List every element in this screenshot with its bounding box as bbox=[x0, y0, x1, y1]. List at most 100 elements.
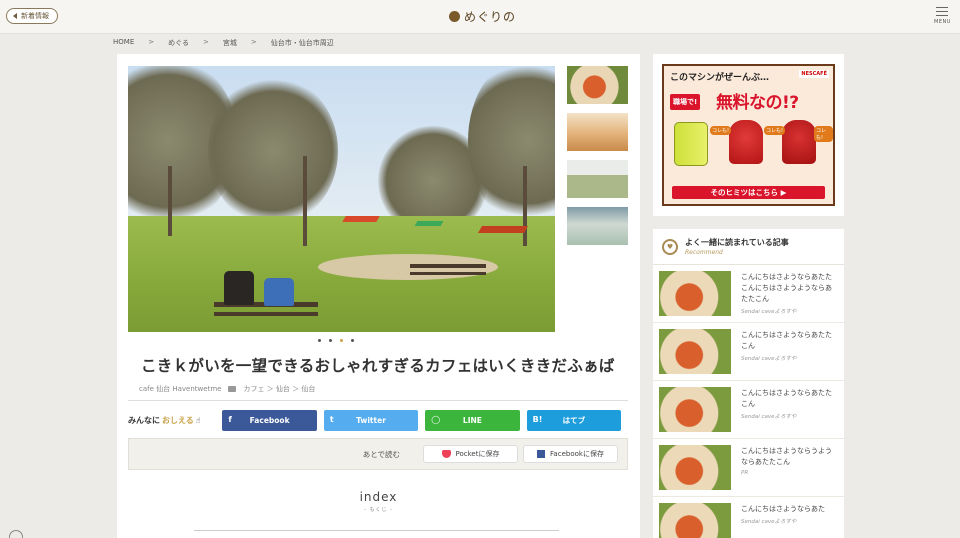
arrow-left-icon bbox=[13, 13, 17, 19]
facebook-icon bbox=[537, 450, 546, 458]
share-hatena-label: はてブ bbox=[562, 415, 586, 425]
carousel-dot[interactable] bbox=[351, 339, 354, 342]
recommend-thumbnail bbox=[659, 503, 731, 538]
hero-person bbox=[264, 278, 294, 306]
ad-koremo-badge: コレも! bbox=[710, 126, 732, 135]
hatena-icon: B! bbox=[532, 414, 543, 424]
breadcrumb-home[interactable]: HOME bbox=[113, 38, 134, 48]
coffee-machine-yellow bbox=[674, 122, 708, 166]
pointing-hand-icon: ☝ bbox=[195, 415, 201, 425]
recommend-source: Sendai caveよろすや bbox=[741, 519, 797, 525]
share-label-emphasis: おしえる bbox=[162, 415, 194, 425]
article-categories[interactable]: カフェ ＞ 仙台 ＞ 仙台 bbox=[243, 384, 315, 394]
share-label: みんなに おしえる ☝ bbox=[128, 415, 222, 426]
hero-slide bbox=[342, 216, 380, 222]
ad-cta[interactable]: そのヒミツはこちら ▶ bbox=[672, 186, 825, 199]
recommend-source: Sendai caveよろすや bbox=[741, 356, 797, 362]
hamburger-icon-bar bbox=[936, 15, 948, 16]
twitter-icon: t bbox=[329, 414, 334, 424]
article-card: こきｋがいを一望できるおしゃれすぎるカフェはいくききだふぁば cafe 仙台 H… bbox=[117, 54, 640, 538]
line-icon: ◯ bbox=[431, 414, 441, 424]
share-facebook-label: Facebook bbox=[249, 415, 290, 425]
breadcrumb-miyagi[interactable]: 宮城 bbox=[223, 38, 237, 48]
share-twitter-button[interactable]: t Twitter bbox=[323, 409, 419, 431]
hero-person bbox=[224, 271, 254, 305]
divider bbox=[128, 400, 628, 401]
read-later-label: あとで読む bbox=[362, 449, 400, 459]
carousel-thumbnails bbox=[567, 66, 628, 254]
recommend-thumbnail bbox=[659, 387, 731, 432]
recommend-text: こんにちはさようならうようならあたたこん bbox=[741, 447, 832, 466]
scroll-top-icon[interactable] bbox=[9, 530, 23, 538]
share-label-prefix: みんなに bbox=[128, 415, 160, 425]
facebook-icon: f bbox=[228, 414, 232, 424]
recommend-text: こんにちはさようならあたたこんにちはさようようならあたたこん bbox=[741, 273, 832, 303]
breadcrumb: HOME > めぐる > 宮城 > 仙台市・仙台市周辺 bbox=[113, 38, 334, 48]
logo-mark-icon bbox=[449, 11, 460, 22]
breadcrumb-separator: > bbox=[250, 38, 257, 46]
carousel-dot[interactable] bbox=[318, 339, 321, 342]
thumbnail-water[interactable] bbox=[567, 207, 628, 245]
recommend-item[interactable]: こんにちはさようならうようならあたたこん PR bbox=[653, 439, 844, 497]
recommend-header: ♥ よく一緒に読まれている記事 Recommend bbox=[653, 229, 844, 265]
recommend-item[interactable]: こんにちはさようならあたたこん Sendai caveよろすや bbox=[653, 323, 844, 381]
facebook-save-button[interactable]: Facebookに保存 bbox=[523, 445, 618, 463]
breadcrumb-meguru[interactable]: めぐる bbox=[168, 38, 189, 48]
share-hatena-button[interactable]: B! はてブ bbox=[526, 409, 622, 431]
hero-bench bbox=[410, 264, 486, 268]
share-facebook-button[interactable]: f Facebook bbox=[222, 409, 317, 431]
facebook-save-label: Facebookに保存 bbox=[550, 450, 604, 458]
carousel-dot[interactable] bbox=[329, 339, 332, 342]
news-label: 新着情報 bbox=[21, 12, 49, 20]
site-logo[interactable]: めぐりの bbox=[449, 8, 516, 25]
hamburger-icon bbox=[936, 7, 948, 8]
ad-free-text: 無料なの!? bbox=[716, 93, 799, 113]
recommend-item[interactable]: こんにちはさようならあた Sendai caveよろすや bbox=[653, 497, 844, 538]
recommend-title: よく一緒に読まれている記事 bbox=[685, 238, 789, 247]
pocket-save-button[interactable]: Pocketに保存 bbox=[423, 445, 518, 463]
ad-headline: このマシンがぜーんぶ… bbox=[670, 73, 770, 83]
thumbnail-view[interactable] bbox=[567, 160, 628, 198]
hamburger-icon-bar bbox=[936, 11, 948, 12]
news-button[interactable]: 新着情報 bbox=[6, 8, 58, 24]
menu-label: MENU bbox=[934, 19, 951, 25]
article-meta: cafe 仙台 Haventwetme カフェ ＞ 仙台 ＞ 仙台 bbox=[139, 384, 315, 394]
recommend-item[interactable]: こんにちはさようならあたたこんにちはさようようならあたたこん Sendai ca… bbox=[653, 265, 844, 323]
share-line-label: LINE bbox=[462, 415, 482, 425]
thumbnail-interior[interactable] bbox=[567, 113, 628, 151]
hero-image-park[interactable] bbox=[128, 66, 555, 332]
recommend-widget: ♥ よく一緒に読まれている記事 Recommend こんにちはさようならあたたこ… bbox=[653, 229, 844, 538]
breadcrumb-separator: > bbox=[203, 38, 209, 46]
hero-trunk bbox=[523, 166, 527, 246]
heart-icon: ♥ bbox=[662, 239, 678, 255]
recommend-text: こんにちはさようならあたたこん bbox=[741, 331, 832, 350]
recommend-subtitle: Recommend bbox=[685, 249, 723, 256]
recommend-source: Sendai caveよろすや bbox=[741, 309, 797, 315]
site-header: 新着情報 めぐりの MENU bbox=[0, 0, 960, 34]
carousel-dots[interactable] bbox=[318, 339, 354, 342]
hero-trunk bbox=[303, 156, 307, 246]
thumbnail-food[interactable] bbox=[567, 66, 628, 104]
nescafe-ad-banner[interactable]: このマシンがぜーんぶ… NESCAFÉ 職場で! 無料なの!? コレも! コレも… bbox=[662, 64, 835, 206]
coffee-machine-red bbox=[729, 120, 763, 164]
breadcrumb-sendai[interactable]: 仙台市・仙台市周辺 bbox=[271, 38, 334, 48]
article-author[interactable]: cafe 仙台 Haventwetme bbox=[139, 384, 221, 394]
folder-icon bbox=[228, 386, 237, 392]
index-title: index bbox=[359, 490, 398, 504]
recommend-text: こんにちはさようならあた bbox=[741, 505, 825, 513]
recommend-text: こんにちはさようならあたたこん bbox=[741, 389, 832, 408]
pocket-icon bbox=[441, 450, 451, 458]
index-subtitle: - もくじ - bbox=[364, 507, 393, 513]
share-line-button[interactable]: ◯ LINE bbox=[425, 409, 520, 431]
ad-brand-logo: NESCAFÉ bbox=[799, 70, 829, 78]
breadcrumb-separator: > bbox=[148, 38, 155, 46]
read-later-bar: あとで読む Pocketに保存 Facebookに保存 bbox=[128, 438, 628, 470]
recommend-thumbnail bbox=[659, 329, 731, 374]
carousel-dot-active[interactable] bbox=[340, 339, 343, 342]
recommend-item[interactable]: こんにちはさようならあたたこん Sendai caveよろすや bbox=[653, 381, 844, 439]
hero-slide bbox=[477, 226, 529, 233]
ad-tag: 職場で! bbox=[670, 94, 701, 110]
menu-button[interactable]: MENU bbox=[934, 7, 950, 25]
share-bar: みんなに おしえる ☝ f Facebook t Twitter ◯ LINE B!… bbox=[128, 407, 628, 433]
ad-koremo-badge: コレも! bbox=[814, 126, 833, 142]
